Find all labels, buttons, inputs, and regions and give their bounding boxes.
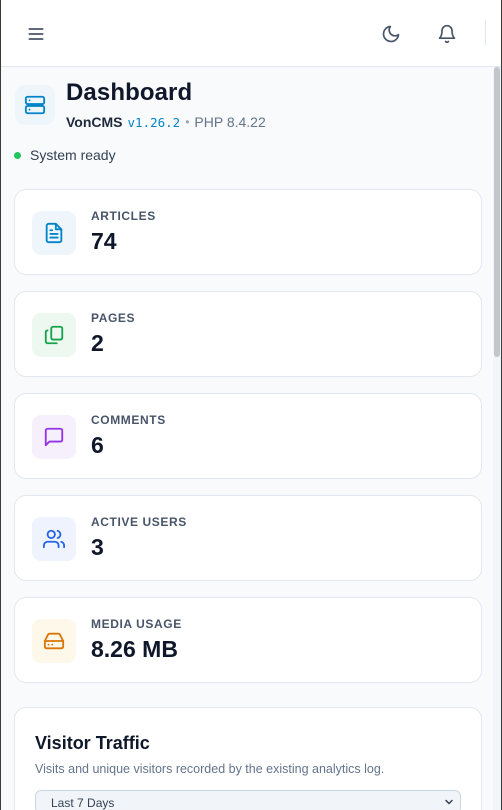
stat-label: ARTICLES — [91, 209, 156, 223]
stat-icon-box — [32, 619, 76, 663]
topbar-divider — [485, 20, 486, 46]
stat-card-comments[interactable]: COMMENTS 6 — [14, 393, 482, 479]
users-icon — [43, 529, 65, 549]
stat-label: COMMENTS — [91, 413, 166, 427]
app-window: Dashboard VonCMS v1.26.2 • PHP 8.4.22 Sy… — [0, 0, 502, 810]
page-title: Dashboard — [66, 79, 193, 106]
version-info: VonCMS v1.26.2 • PHP 8.4.22 — [66, 114, 266, 130]
menu-icon — [28, 28, 44, 40]
stat-label: PAGES — [91, 311, 136, 325]
stat-icon-box — [32, 415, 76, 459]
stat-card-active-users[interactable]: ACTIVE USERS 3 — [14, 495, 482, 581]
app-version: v1.26.2 — [127, 114, 181, 130]
server-icon — [24, 95, 46, 115]
app-name: VonCMS — [66, 114, 123, 130]
stat-icon-box — [32, 211, 76, 255]
stat-icon-box — [32, 313, 76, 357]
stat-value: 8.26 MB — [91, 636, 178, 662]
notifications-button[interactable] — [433, 20, 461, 48]
visitor-traffic-panel: Visitor Traffic Visits and unique visito… — [14, 707, 482, 810]
panel-title: Visitor Traffic — [35, 733, 150, 753]
message-icon — [44, 427, 64, 447]
stat-label: ACTIVE USERS — [91, 515, 187, 529]
chevron-down-icon — [445, 799, 453, 805]
hard-drive-icon — [43, 632, 65, 650]
stat-value: 6 — [91, 432, 104, 458]
scrollbar-thumb[interactable] — [494, 67, 500, 357]
system-status: System ready — [14, 147, 116, 163]
stat-value: 2 — [91, 330, 104, 356]
scrollbar[interactable] — [493, 67, 501, 810]
copy-icon — [44, 325, 64, 345]
moon-icon — [382, 25, 400, 43]
date-range-select[interactable]: Last 7 Days — [35, 790, 461, 810]
meta-separator: • — [185, 115, 190, 129]
status-dot — [14, 151, 21, 159]
top-bar — [1, 0, 501, 67]
status-text: System ready — [30, 147, 116, 163]
panel-description: Visits and unique visitors recorded by t… — [35, 762, 385, 776]
dashboard-badge — [15, 85, 55, 125]
php-version: PHP 8.4.22 — [194, 114, 266, 130]
stat-card-media-usage[interactable]: MEDIA USAGE 8.26 MB — [14, 597, 482, 683]
stat-label: MEDIA USAGE — [91, 617, 182, 631]
document-icon — [45, 222, 63, 244]
stat-icon-box — [32, 517, 76, 561]
stat-card-pages[interactable]: PAGES 2 — [14, 291, 482, 377]
date-range-value: Last 7 Days — [51, 796, 115, 810]
stat-value: 74 — [91, 228, 117, 254]
bell-icon — [438, 24, 456, 44]
menu-button[interactable] — [22, 20, 50, 48]
stat-value: 3 — [91, 534, 104, 560]
theme-toggle-button[interactable] — [377, 20, 405, 48]
stat-card-articles[interactable]: ARTICLES 74 — [14, 189, 482, 275]
